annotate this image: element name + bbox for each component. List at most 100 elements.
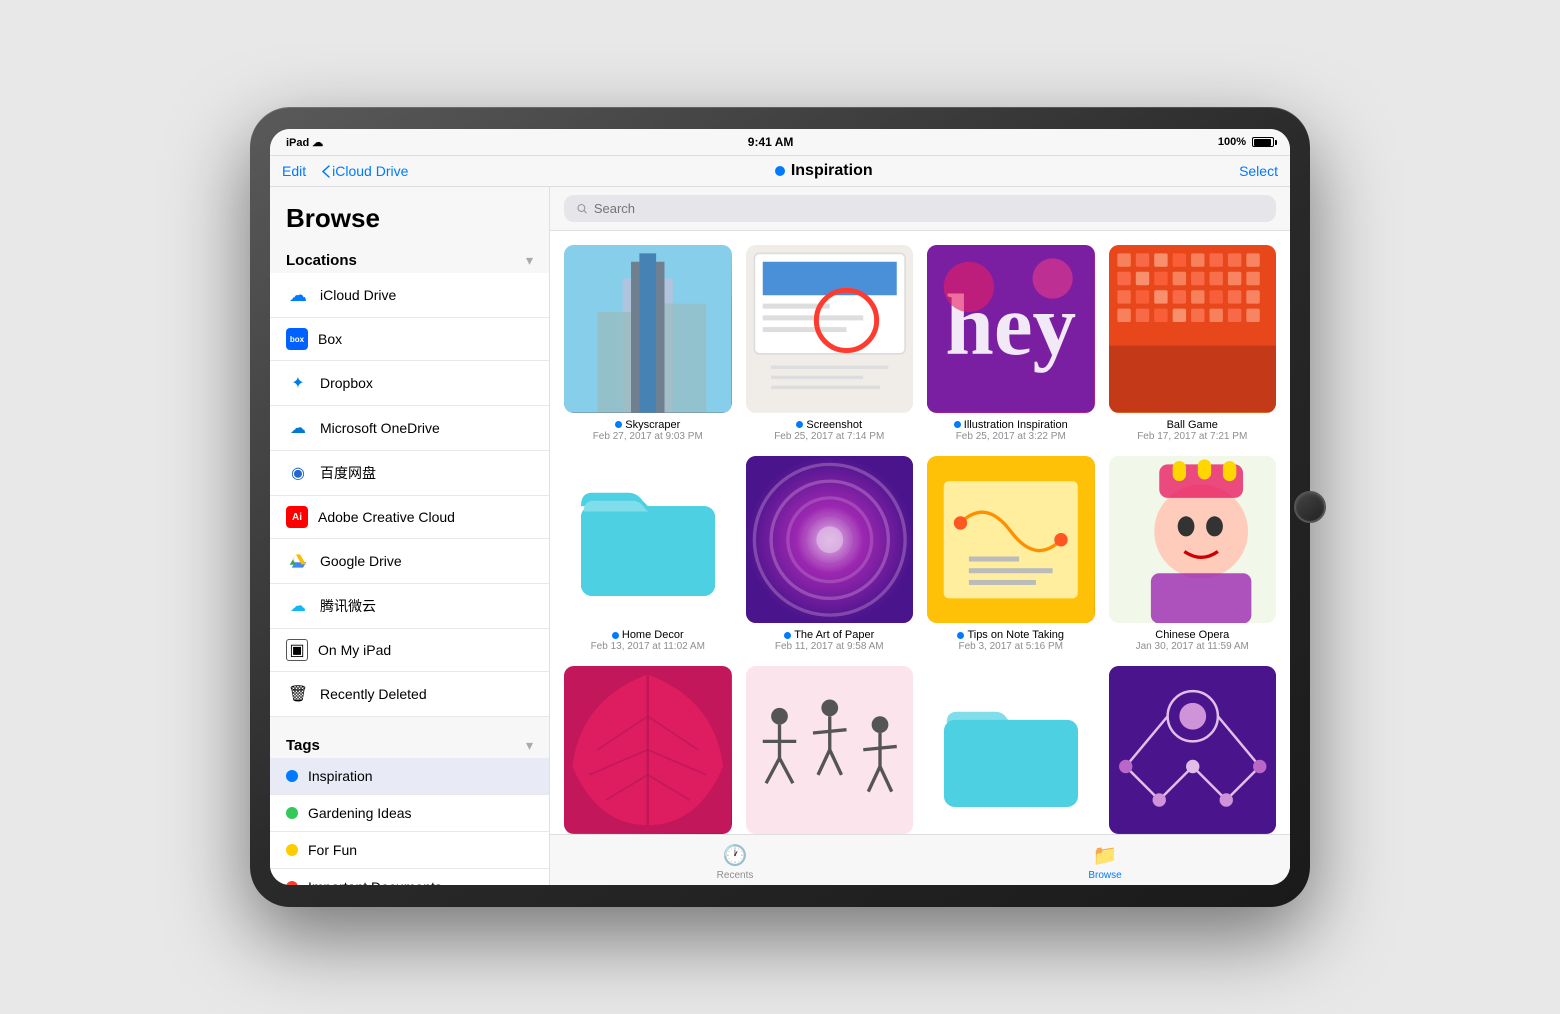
file-date-skyscraper: Feb 27, 2017 at 9:03 PM [593,431,703,442]
sidebar-item-googledrive[interactable]: Google Drive [270,539,549,584]
folder-icon [581,472,715,606]
gardening-label: Gardening Ideas [308,805,412,821]
adobe-icon: Ai [286,506,308,528]
tag-gardening[interactable]: Gardening Ideas [270,795,549,832]
nav-left: Edit iCloud Drive [282,163,408,179]
ipad-wrapper: iPad ☁ 9:41 AM 100% Edit [230,87,1330,927]
inspiration-dot [286,770,298,782]
nav-title: Inspiration [775,162,873,180]
forfun-dot [286,844,298,856]
tab-recents[interactable]: 🕐 Recents [550,843,920,881]
googledrive-icon [286,549,310,573]
tags-chevron-icon[interactable]: ▾ [526,737,533,754]
file-notetaking[interactable]: Tips on Note Taking Feb 3, 2017 at 5:16 … [927,456,1095,653]
sidebar-item-adobe[interactable]: Ai Adobe Creative Cloud [270,496,549,539]
tag-forfun[interactable]: For Fun [270,832,549,869]
gardening-dot [286,807,298,819]
status-right: 100% [1218,136,1274,148]
inspiration-label: Inspiration [308,768,373,784]
file-name-screenshot: Screenshot [796,419,862,431]
file-pinkleaf[interactable]: Pink Leaf Jan 28, 2017 at 3:09 PM [564,666,732,834]
page-title: Inspiration [791,162,873,180]
file-date-chineseopera: Jan 30, 2017 at 11:59 AM [1136,641,1249,652]
tags-list: Inspiration Gardening Ideas For Fun [270,758,549,885]
sidebar-item-onedrive[interactable]: ☁ Microsoft OneDrive [270,406,549,451]
thumb-skyscraper [564,245,732,413]
sidebar-item-box[interactable]: box Box [270,318,549,361]
tag-inspiration[interactable]: Inspiration [270,758,549,795]
sidebar-item-tencent[interactable]: ☁ 腾讯微云 [270,584,549,629]
back-button[interactable]: iCloud Drive [322,163,408,179]
tab-browse[interactable]: 📁 Browse [920,843,1290,881]
battery-label: 100% [1218,136,1246,148]
locations-section-title: Locations [286,252,357,269]
dropbox-label: Dropbox [320,375,373,391]
tencent-icon: ☁ [286,594,310,618]
thumb-modernjewelry [1109,666,1277,834]
file-skyscraper[interactable]: Skyscraper Feb 27, 2017 at 9:03 PM [564,245,732,442]
file-illustrations[interactable]: Illustrations Jan 17, 2017 at 1:36 PM [927,666,1095,834]
file-homedecor[interactable]: Home Decor Feb 13, 2017 at 11:02 AM [564,456,732,653]
file-name-illustration: Illustration Inspiration [954,419,1068,431]
tab-bar: 🕐 Recents 📁 Browse [550,834,1290,885]
select-button[interactable]: Select [1239,163,1278,179]
main-area: Browse Locations ▾ ☁ iCloud Drive box Bo… [270,187,1290,885]
thumb-homedecor [564,456,732,624]
file-chineseopera[interactable]: Chinese Opera Jan 30, 2017 at 11:59 AM [1109,456,1277,653]
onipad-label: On My iPad [318,642,391,658]
sidebar-item-dropbox[interactable]: ✦ Dropbox [270,361,549,406]
title-dot-icon [775,166,785,176]
locations-chevron-icon[interactable]: ▾ [526,252,533,269]
file-artofpaper[interactable]: The Art of Paper Feb 11, 2017 at 9:58 AM [746,456,914,653]
sidebar-item-baidu[interactable]: ◉ 百度网盘 [270,451,549,496]
onedrive-label: Microsoft OneDrive [320,420,440,436]
file-screenshot[interactable]: Screenshot Feb 25, 2017 at 7:14 PM [746,245,914,442]
forfun-label: For Fun [308,842,357,858]
important-dot [286,881,298,885]
baidu-icon: ◉ [286,461,310,485]
file-name-skyscraper: Skyscraper [615,419,680,431]
search-inner [576,201,771,216]
search-input[interactable] [594,201,771,216]
search-input-container[interactable] [564,195,1276,222]
thumb-chineseopera [1109,456,1277,624]
onipad-icon: ▣ [286,639,308,661]
home-button[interactable] [1294,491,1326,523]
thumb-artofpaper [746,456,914,624]
thumb-pinkleaf [564,666,732,834]
file-name-notetaking: Tips on Note Taking [957,629,1064,641]
file-illustration[interactable]: hey Illustration Inspiration Feb 25, 201… [927,245,1095,442]
file-parksketch[interactable]: Park Sketch Jan 21, 2017 at 5:35 PM [746,666,914,834]
file-name-artofpaper: The Art of Paper [784,629,874,641]
googledrive-label: Google Drive [320,553,402,569]
tencent-label: 腾讯微云 [320,596,376,616]
tag-important[interactable]: Important Documents [270,869,549,885]
sidebar-item-icloud[interactable]: ☁ iCloud Drive [270,273,549,318]
icloud-icon: ☁ [286,283,310,307]
file-date-homedecor: Feb 13, 2017 at 11:02 AM [591,641,705,652]
search-icon [576,202,588,215]
back-chevron-icon [322,165,330,178]
tags-section-title: Tags [286,737,320,754]
onedrive-icon: ☁ [286,416,310,440]
file-name-homedecor: Home Decor [612,629,684,641]
files-grid: Skyscraper Feb 27, 2017 at 9:03 PM [550,231,1290,834]
file-name-chineseopera: Chinese Opera [1155,629,1229,641]
browse-tab-label: Browse [1088,870,1121,881]
adobe-label: Adobe Creative Cloud [318,509,455,525]
thumb-illustrations [927,666,1095,834]
back-label: iCloud Drive [332,163,408,179]
sidebar-item-onipad[interactable]: ▣ On My iPad [270,629,549,672]
status-time: 9:41 AM [748,135,794,149]
sidebar-item-deleted[interactable]: 🗑 Recently Deleted [270,672,549,717]
edit-button[interactable]: Edit [282,163,306,179]
sidebar: Browse Locations ▾ ☁ iCloud Drive box Bo… [270,187,550,885]
file-ballgame[interactable]: Ball Game Feb 17, 2017 at 7:21 PM [1109,245,1277,442]
nav-bar: Edit iCloud Drive Inspiration Select [270,156,1290,187]
dropbox-icon: ✦ [286,371,310,395]
battery-fill [1254,139,1271,146]
file-date-ballgame: Feb 17, 2017 at 7:21 PM [1137,431,1247,442]
file-date-artofpaper: Feb 11, 2017 at 9:58 AM [775,641,884,652]
file-modernjewelry[interactable]: Modern Jewelry Jan 14, 2017 at 9:57 AM [1109,666,1277,834]
file-date-illustration: Feb 25, 2017 at 3:22 PM [956,431,1066,442]
